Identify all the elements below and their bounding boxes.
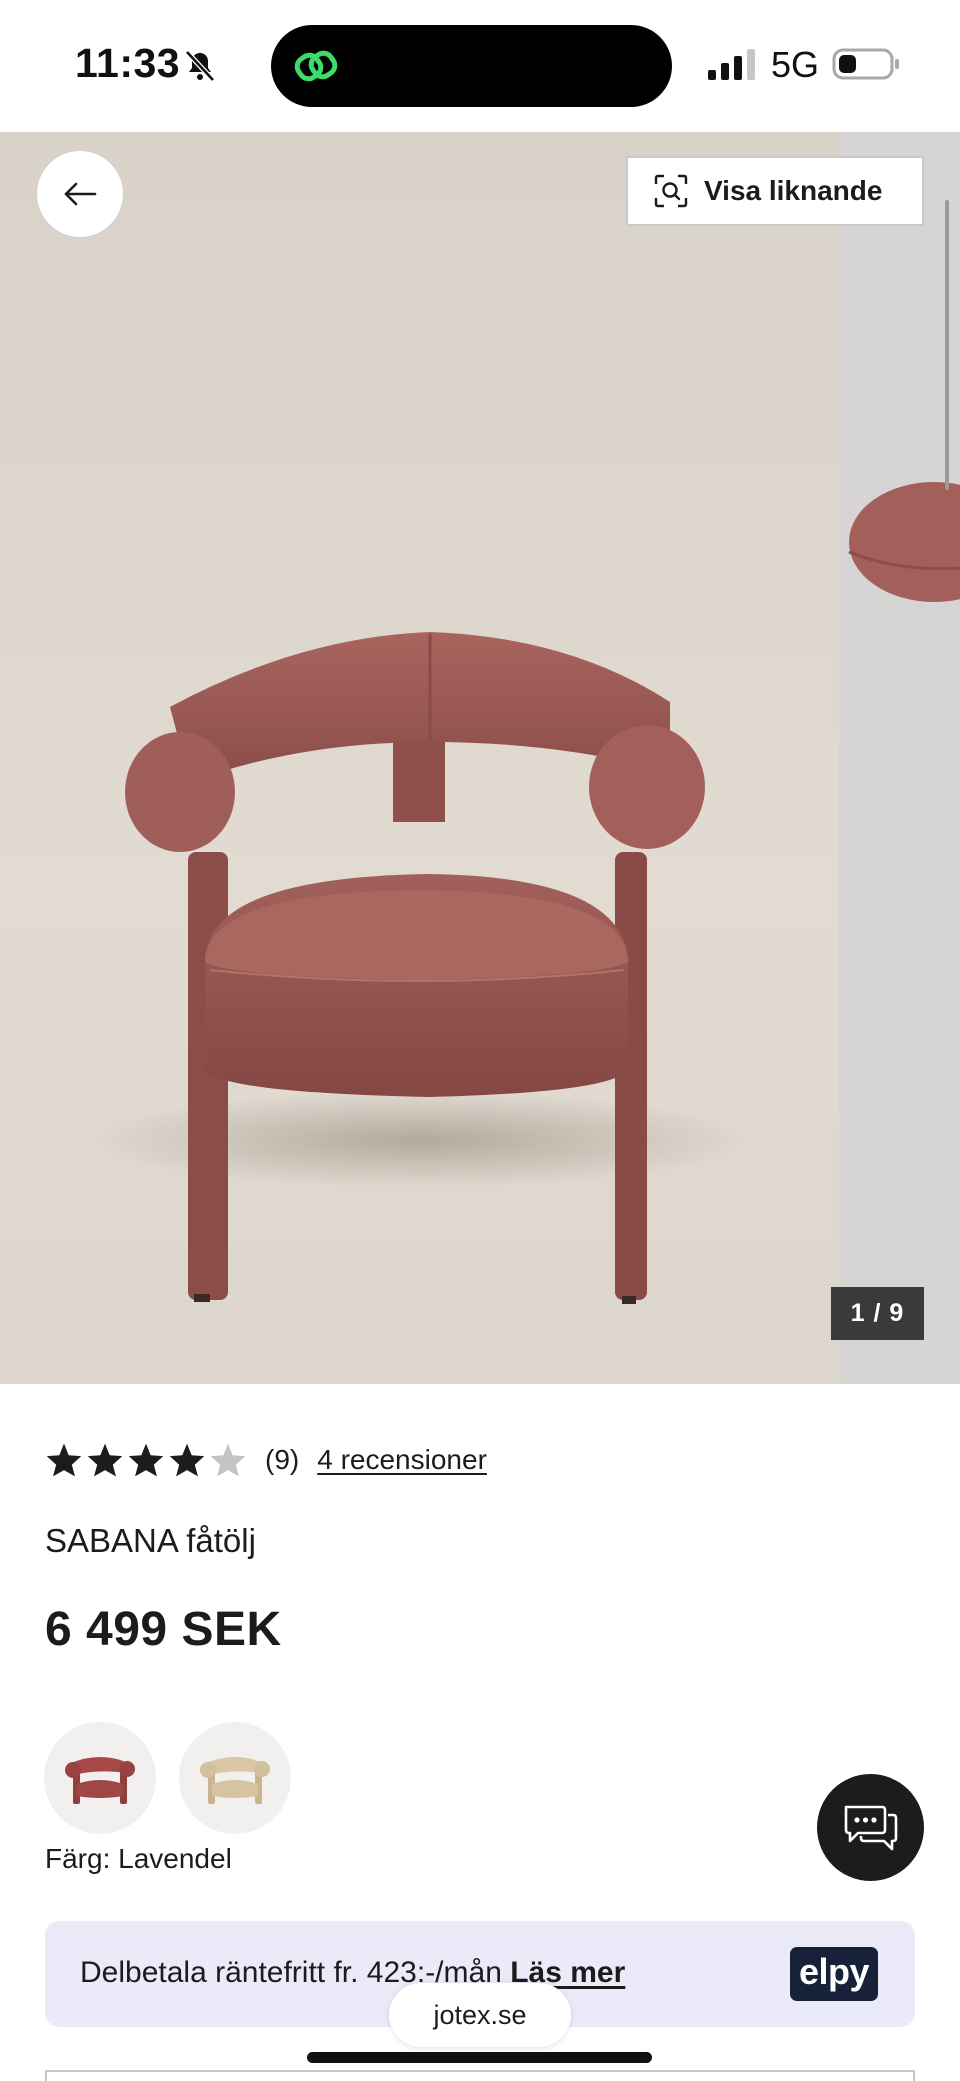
next-photo-peek[interactable] [839, 132, 960, 1384]
browser-url-pill[interactable]: jotex.se [389, 1983, 571, 2047]
bell-slash-icon [185, 50, 215, 82]
home-indicator[interactable] [307, 2052, 652, 2063]
signal-icon [708, 49, 755, 80]
color-swatches [44, 1722, 291, 1834]
status-time: 11:33 [75, 40, 181, 86]
product-gallery[interactable]: Visa liknande 1 / 9 [0, 132, 960, 1384]
armchair-thumbnail-beige [200, 1757, 270, 1804]
image-counter: 1 / 9 [831, 1287, 924, 1340]
swatch-rose[interactable] [44, 1722, 156, 1834]
star-empty-icon [210, 1443, 246, 1477]
star-filled-icon [169, 1443, 205, 1477]
armchair-image [90, 632, 750, 1304]
reviews-link[interactable]: 4 recensioner [317, 1444, 487, 1476]
visual-search-label: Visa liknande [704, 175, 883, 206]
gallery-scrollbar[interactable] [945, 200, 949, 490]
star-rating [45, 1442, 247, 1478]
star-filled-icon [46, 1443, 82, 1477]
rating-count: (9) [265, 1444, 300, 1475]
app-chain-icon [294, 50, 338, 82]
chat-button[interactable] [817, 1774, 924, 1881]
back-button[interactable] [36, 150, 124, 238]
visual-search-button[interactable]: Visa liknande [626, 156, 924, 226]
product-price: 6 499 SEK [45, 1603, 282, 1656]
status-bar: 11:33 5G [0, 0, 960, 132]
elpy-logo: elpy [790, 1947, 878, 2001]
armchair-thumbnail-rose [65, 1757, 135, 1804]
rating-row: (9) 4 recensioner [45, 1440, 487, 1480]
star-filled-icon [128, 1443, 164, 1477]
next-photo-image [848, 482, 960, 602]
visual-search-icon [654, 174, 688, 208]
chat-bubbles-icon [844, 1805, 897, 1850]
arrow-left-icon [64, 182, 97, 206]
star-filled-icon [87, 1443, 123, 1477]
swatch-beige[interactable] [179, 1722, 291, 1834]
product-photo[interactable] [0, 132, 839, 1384]
product-title: SABANA fåtölj [45, 1522, 256, 1559]
network-label: 5G [771, 44, 820, 85]
next-section-edge [45, 2070, 915, 2081]
dynamic-island [271, 25, 672, 107]
selected-color-label: Färg: Lavendel [45, 1843, 232, 1874]
battery-icon [832, 48, 899, 80]
